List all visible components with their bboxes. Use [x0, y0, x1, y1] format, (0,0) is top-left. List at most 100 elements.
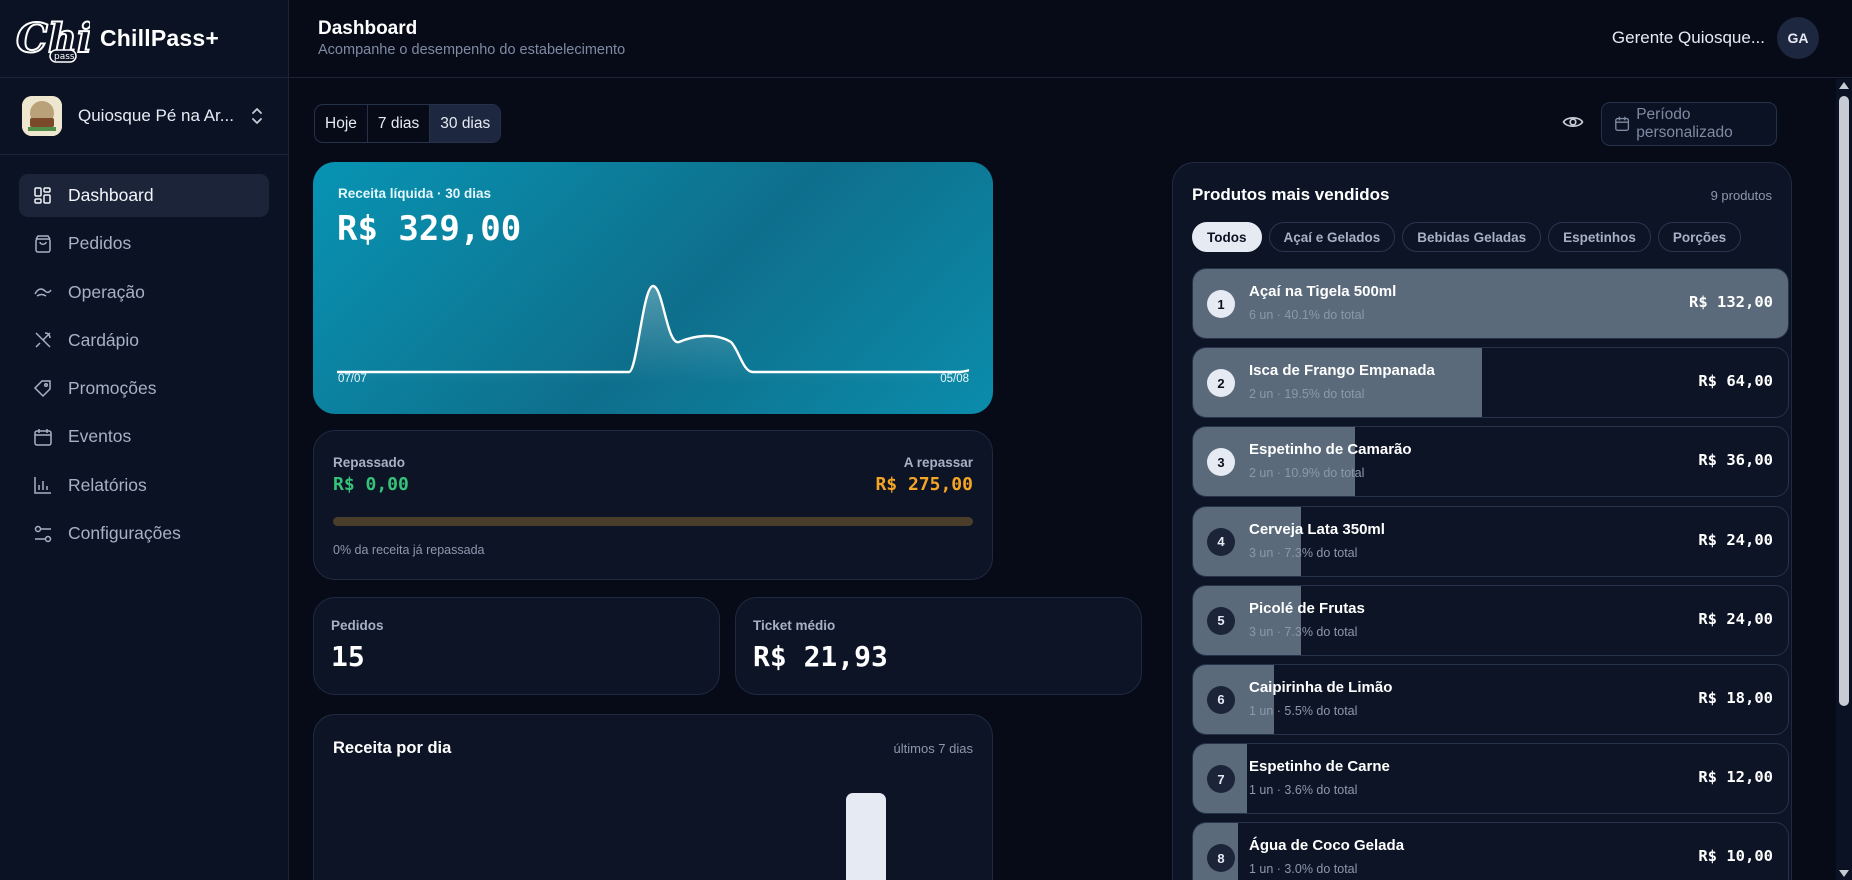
- category-filter: Todos Açaí e Gelados Bebidas Geladas Esp…: [1192, 222, 1748, 252]
- product-row[interactable]: 1 Açaí na Tigela 500ml 6 un · 40.1% do tot…: [1192, 268, 1789, 339]
- store-avatar: [22, 96, 62, 136]
- product-price: R$ 24,00: [1698, 609, 1773, 628]
- product-row[interactable]: 6 Caipirinha de Limão 1 un · 5.5% do total…: [1192, 663, 1789, 735]
- sidebar-item-label: Pedidos: [68, 233, 132, 254]
- revenue-label: Receita líquida · 30 dias: [338, 186, 492, 201]
- scroll-down-arrow[interactable]: [1839, 870, 1849, 877]
- product-meta: 3 un · 7.3% do total: [1249, 545, 1358, 560]
- utensils-icon: [35, 332, 51, 348]
- sidebar-item-label: Configurações: [68, 523, 181, 544]
- avatar[interactable]: GA: [1777, 17, 1819, 59]
- product-price: R$ 12,00: [1698, 768, 1773, 787]
- user-menu[interactable]: Gerente Quiosque... GA: [1612, 17, 1819, 59]
- transfer-note: 0% da receita já repassada: [333, 543, 485, 557]
- revenue-card: Receita líquida · 30 dias R$ 329,00 07/0…: [313, 162, 993, 414]
- daily-revenue-card: Receita por dia últimos 7 dias: [313, 714, 993, 880]
- product-rank: 7: [1207, 765, 1235, 794]
- product-rank: 6: [1207, 685, 1235, 714]
- product-rank: 5: [1207, 606, 1235, 635]
- sidebar-item-relatorios[interactable]: Relatórios: [19, 464, 269, 507]
- product-price: R$ 18,00: [1698, 688, 1773, 707]
- product-row[interactable]: 2 Isca de Frango Empanada 2 un · 19.5% do …: [1192, 347, 1789, 419]
- pending-value: R$ 275,00: [875, 474, 973, 495]
- sidebar-item-cardapio[interactable]: Cardápio: [19, 319, 269, 362]
- bar-chart-icon: [34, 477, 51, 495]
- period-7-days[interactable]: 7 dias: [368, 105, 431, 142]
- daily-revenue-chart: [846, 793, 886, 880]
- product-name: Picolé de Frutas: [1249, 599, 1365, 617]
- product-name: Cerveja Lata 350ml: [1249, 520, 1385, 538]
- product-price: R$ 24,00: [1698, 530, 1773, 549]
- product-list: 1 Açaí na Tigela 500ml 6 un · 40.1% do tot…: [1192, 268, 1789, 880]
- product-name: Espetinho de Carne: [1249, 758, 1390, 776]
- product-meta: 1 un · 3.0% do total: [1249, 862, 1358, 877]
- orders-label: Pedidos: [331, 618, 384, 633]
- top-products-card: Produtos mais vendidos 9 produtos Todos …: [1172, 162, 1792, 880]
- revenue-value: R$ 329,00: [337, 209, 522, 249]
- product-meta: 1 un · 5.5% do total: [1249, 703, 1358, 718]
- transfer-card: Repassado R$ 0,00 A repassar R$ 275,00 0…: [313, 430, 993, 580]
- chip-acai-gelados[interactable]: Açaí e Gelados: [1268, 222, 1396, 252]
- period-today[interactable]: Hoje: [315, 105, 368, 142]
- calendar-icon: [34, 428, 52, 446]
- product-row[interactable]: 7 Espetinho de Carne 1 un · 3.6% do total R…: [1192, 743, 1789, 815]
- product-price: R$ 64,00: [1698, 372, 1773, 391]
- sidebar-item-operacao[interactable]: Operação: [19, 271, 269, 314]
- product-name: Isca de Frango Empanada: [1249, 362, 1435, 380]
- sidebar-item-label: Relatórios: [68, 474, 147, 495]
- brand[interactable]: Chill pass ChillPass+: [0, 0, 288, 78]
- pending-label: A repassar: [903, 455, 973, 470]
- chip-porcoes[interactable]: Porções: [1657, 222, 1742, 252]
- product-rank: 4: [1207, 527, 1235, 556]
- ticket-card: Ticket médio R$ 21,93: [735, 597, 1142, 695]
- scroll-thumb[interactable]: [1839, 96, 1849, 706]
- sidebar-item-eventos[interactable]: Eventos: [19, 415, 269, 458]
- chevron-up-down-icon: [252, 108, 262, 124]
- chip-espetinhos[interactable]: Espetinhos: [1548, 222, 1651, 252]
- ticket-label: Ticket médio: [753, 618, 836, 633]
- product-row[interactable]: 4 Cerveja Lata 350ml 3 un · 7.3% do total R…: [1192, 505, 1789, 577]
- eye-icon[interactable]: [1562, 111, 1584, 133]
- operation-icon: [34, 288, 52, 297]
- sidebar-item-configuracoes[interactable]: Configurações: [19, 512, 269, 555]
- bag-icon: [35, 235, 51, 253]
- top-products-count: 9 produtos: [1710, 188, 1772, 203]
- product-meta: 2 un · 10.9% do total: [1249, 466, 1365, 481]
- product-meta: 6 un · 40.1% do total: [1249, 308, 1365, 322]
- product-row[interactable]: 5 Picolé de Frutas 3 un · 7.3% do total R$ …: [1192, 584, 1789, 656]
- chip-todos[interactable]: Todos: [1192, 222, 1262, 252]
- orders-card: Pedidos 15: [313, 597, 720, 695]
- custom-period-button[interactable]: Período personalizado: [1601, 102, 1777, 146]
- sidebar-item-promocoes[interactable]: Promoções: [19, 367, 269, 410]
- svg-text:pass: pass: [54, 52, 75, 62]
- header: Dashboard Acompanhe o desempenho do esta…: [289, 0, 1852, 78]
- brand-logo: Chill pass: [14, 8, 124, 70]
- product-name: Água de Coco Gelada: [1249, 837, 1405, 855]
- store-switcher[interactable]: Quiosque Pé na Ar...: [0, 78, 288, 155]
- product-row[interactable]: 3 Espetinho de Camarão 2 un · 10.9% do tot…: [1192, 426, 1789, 498]
- sidebar-item-pedidos[interactable]: Pedidos: [19, 222, 269, 265]
- page-subtitle: Acompanhe o desempenho do estabeleciment…: [318, 42, 626, 58]
- transfer-progress-bar: [333, 517, 973, 526]
- scroll-up-arrow[interactable]: [1839, 82, 1849, 89]
- product-price: R$ 36,00: [1698, 451, 1773, 470]
- sidebar-item-label: Operação: [68, 281, 145, 302]
- page-title: Dashboard: [318, 18, 418, 39]
- chip-bebidas-geladas[interactable]: Bebidas Geladas: [1402, 222, 1542, 252]
- brand-name: ChillPass+: [100, 25, 219, 51]
- product-row[interactable]: 8 Água de Coco Gelada 1 un · 3.0% do total…: [1192, 822, 1789, 880]
- top-products-title: Produtos mais vendidos: [1192, 185, 1390, 204]
- revenue-axis-start: 07/07: [338, 373, 367, 385]
- sidebar-item-label: Dashboard: [68, 185, 154, 205]
- period-30-days[interactable]: 30 dias: [430, 105, 501, 142]
- sidebar-item-label: Promoções: [68, 378, 157, 399]
- product-name: Açaí na Tigela 500ml: [1249, 283, 1397, 300]
- calendar-icon: [1615, 116, 1630, 131]
- product-name: Espetinho de Camarão: [1249, 441, 1412, 459]
- sidebar-item-dashboard[interactable]: Dashboard: [19, 174, 269, 217]
- product-price: R$ 132,00: [1689, 293, 1773, 311]
- settings-icon: [34, 525, 52, 542]
- scrollbar[interactable]: [1836, 79, 1852, 880]
- product-price: R$ 10,00: [1698, 847, 1773, 866]
- product-meta: 1 un · 3.6% do total: [1249, 783, 1358, 798]
